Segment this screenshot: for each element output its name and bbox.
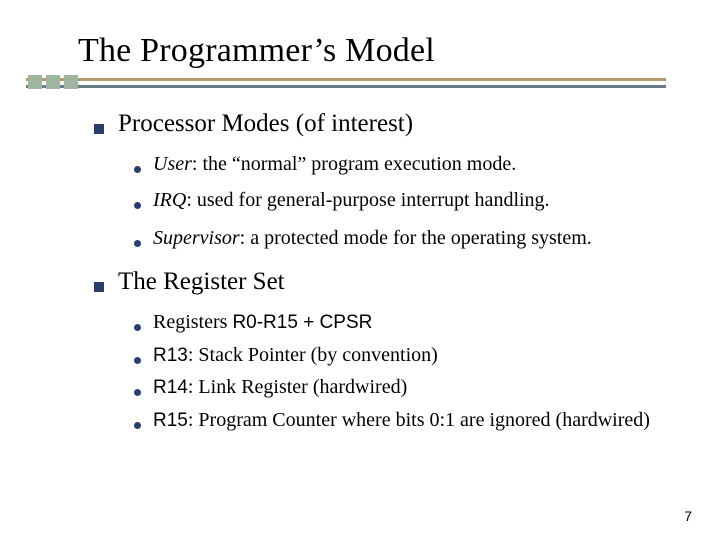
list-item: R14: Link Register (hardwired) [134,373,684,402]
list-item-mix-lead: R14 [153,377,188,398]
deco-square-icon [46,75,60,89]
list-item-rest: : used for general-purpose interrupt han… [186,189,549,211]
section-heading: The Register Set [118,268,285,296]
section-heading-row: Processor Modes (of interest) [94,110,684,138]
list-item-rest: : a protected mode for the operating sys… [240,227,592,249]
title-underline-decoration [26,76,668,90]
list-item-text: R14: Link Register (hardwired) [153,373,684,402]
dot-bullet-icon [134,357,141,364]
list-item-text: R13: Stack Pointer (by convention) [153,341,684,370]
list-item-text: R15: Program Counter where bits 0:1 are … [153,406,684,435]
list-item-lead: IRQ [153,189,186,211]
slide-title: The Programmer’s Model [78,32,435,69]
slide-title-wrap: The Programmer’s Model [78,32,435,70]
deco-square-icon [28,75,42,89]
list-item-rest: : the “normal” program execution mode. [192,153,516,175]
page-number: 7 [684,508,692,524]
list-item-mix-lead: R15 [153,410,188,431]
dot-bullet-icon [134,422,141,429]
dot-bullet-icon [134,240,141,247]
list-item: Registers R0-R15 + CPSR [134,308,684,337]
list-item-text: IRQ: used for general-purpose interrupt … [153,186,684,214]
list-item-mix-lead: R13 [153,345,188,366]
list-item-rest: : Link Register (hardwired) [188,376,407,398]
list-item-lead: Supervisor [153,227,240,249]
dot-bullet-icon [134,166,141,173]
list-item-text: User: the “normal” program execution mod… [153,150,684,178]
dot-bullet-icon [134,389,141,396]
list-item: R13: Stack Pointer (by convention) [134,341,684,370]
list-item-pre: Registers [153,311,232,333]
section-heading-row: The Register Set [94,268,684,296]
section-items: User: the “normal” program execution mod… [94,150,684,252]
list-item-text: Supervisor: a protected mode for the ope… [153,224,684,252]
dot-bullet-icon [134,202,141,209]
slide-content: Processor Modes (of interest) User: the … [94,110,684,446]
list-item-rest: : Stack Pointer (by convention) [188,344,438,366]
deco-bar-bottom [26,85,666,88]
deco-bar-top [26,78,666,81]
slide: The Programmer’s Model Processor Modes (… [0,0,720,540]
list-item-rest: : Program Counter where bits 0:1 are ign… [188,409,650,431]
section-processor-modes: Processor Modes (of interest) User: the … [94,110,684,252]
square-bullet-icon [94,124,104,134]
list-item-lead: User [153,153,192,175]
section-items: Registers R0-R15 + CPSR R13: Stack Point… [94,308,684,434]
list-item-mix: R0-R15 + CPSR [232,312,372,333]
section-register-set: The Register Set Registers R0-R15 + CPSR… [94,268,684,434]
list-item: User: the “normal” program execution mod… [134,150,684,178]
section-heading: Processor Modes (of interest) [118,110,413,138]
dot-bullet-icon [134,324,141,331]
list-item-text: Registers R0-R15 + CPSR [153,308,684,337]
square-bullet-icon [94,282,104,292]
list-item: R15: Program Counter where bits 0:1 are … [134,406,684,435]
deco-square-icon [64,75,78,89]
list-item: Supervisor: a protected mode for the ope… [134,224,684,252]
list-item: IRQ: used for general-purpose interrupt … [134,186,684,214]
